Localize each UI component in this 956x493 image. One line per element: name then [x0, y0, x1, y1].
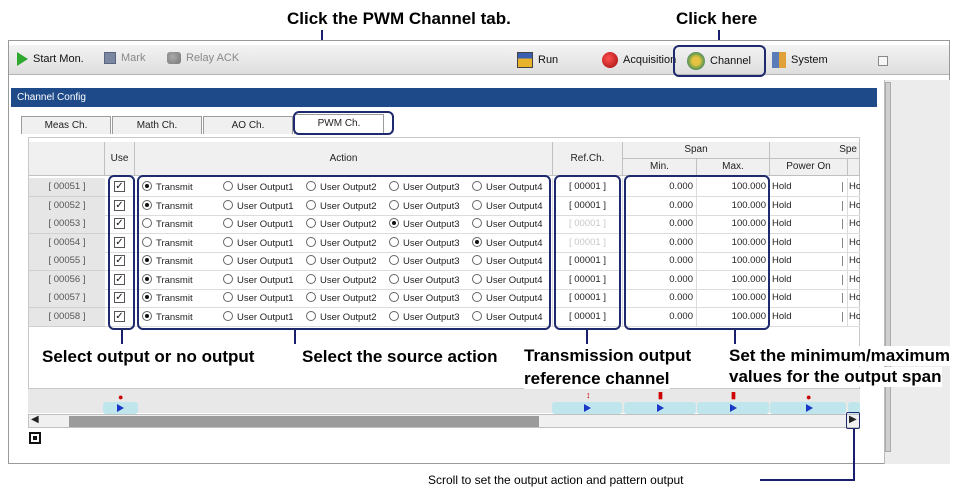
highlight-pwm-tab	[293, 111, 394, 135]
nav-run-label: Run	[538, 54, 559, 66]
callout-line-action	[294, 330, 296, 344]
row-header: [ 00054 ]	[29, 234, 105, 253]
row-header: [ 00056 ]	[29, 271, 105, 290]
row-header: [ 00055 ]	[29, 252, 105, 271]
callout-line-scroll-h	[760, 479, 855, 481]
header-min: Min.	[623, 159, 697, 176]
header-action: Action	[135, 142, 553, 176]
start-mon-button[interactable]: Start Mon.	[17, 52, 84, 66]
nav-acquisition[interactable]: Acquisition	[602, 52, 676, 68]
marker-icon: ●	[118, 392, 124, 402]
relay-ack-label: Relay ACK	[186, 52, 240, 64]
header-spe-sub	[848, 159, 860, 176]
spe-cell[interactable]: Ho	[848, 289, 860, 308]
row-header: [ 00051 ]	[29, 178, 105, 197]
header-power-on: Power On	[770, 159, 848, 176]
highlight-use-column	[108, 175, 135, 330]
scroll-left-icon[interactable]: ◀	[31, 414, 39, 425]
acquisition-icon	[602, 52, 618, 68]
mark-button[interactable]: Mark	[104, 52, 145, 64]
marker-icon: ↕	[586, 390, 591, 400]
spe-cell[interactable]: Ho	[848, 252, 860, 271]
start-mon-label: Start Mon.	[33, 53, 84, 65]
marker-icon: ●	[806, 392, 812, 402]
header-max: Max.	[697, 159, 770, 176]
header-use: Use	[105, 142, 135, 176]
callout-click-here: Click here	[676, 9, 758, 28]
horizontal-scrollbar[interactable]	[28, 414, 860, 428]
play-icon	[17, 52, 28, 66]
callout-line-use	[121, 330, 123, 344]
callout-line-refch	[586, 330, 588, 344]
callout-line-scroll-v	[853, 429, 855, 480]
spe-cell[interactable]: Ho	[848, 271, 860, 290]
run-icon	[517, 52, 533, 68]
panel-title-bar: Channel Config	[11, 88, 877, 107]
highlight-span-column	[624, 175, 770, 330]
flag-icon	[657, 404, 664, 412]
header-ref-ch: Ref.Ch.	[553, 142, 623, 176]
callout-set-span-2: values for the output span	[729, 367, 942, 387]
power-on-cell[interactable]: Hold	[770, 215, 848, 234]
row-header: [ 00052 ]	[29, 197, 105, 216]
spe-cell[interactable]: Ho	[848, 178, 860, 197]
flag-icon	[730, 404, 737, 412]
row-header: [ 00058 ]	[29, 308, 105, 327]
callout-set-span-1: Set the minimum/maximum	[729, 346, 951, 366]
flag-icon	[806, 404, 813, 412]
header-corner	[29, 142, 105, 176]
minimize-icon[interactable]	[878, 56, 888, 66]
row-header: [ 00053 ]	[29, 215, 105, 234]
highlight-channel	[673, 45, 766, 77]
power-on-cell[interactable]: Hold	[770, 197, 848, 216]
flag-icon	[117, 404, 124, 412]
nav-system[interactable]: System	[772, 52, 828, 68]
power-on-cell[interactable]: Hold	[770, 271, 848, 290]
relay-icon	[167, 52, 181, 64]
spe-cell[interactable]: Ho	[848, 215, 860, 234]
power-on-cell[interactable]: Hold	[770, 252, 848, 271]
power-on-cell[interactable]: Hold	[770, 308, 848, 327]
power-on-cell[interactable]: Hold	[770, 234, 848, 253]
toolbar: Start Mon. Mark Relay ACK Run Acquisitio…	[9, 45, 949, 75]
callout-scroll: Scroll to set the output action and patt…	[428, 473, 684, 487]
relay-ack-button[interactable]: Relay ACK	[167, 52, 239, 64]
power-on-cell[interactable]: Hold	[770, 289, 848, 308]
nav-acquisition-label: Acquisition	[623, 54, 677, 66]
flag-icon	[584, 404, 591, 412]
tab-ao-ch[interactable]: AO Ch.	[203, 116, 293, 134]
nav-system-label: System	[791, 54, 828, 66]
callout-transmission-ref-1: Transmission output	[524, 346, 692, 366]
system-icon	[772, 52, 786, 68]
scrollbar-thumb[interactable]	[69, 416, 539, 427]
callout-pwm-tab: Click the PWM Channel tab.	[287, 9, 511, 28]
marker-icon: ▮	[658, 390, 663, 400]
tab-meas-ch[interactable]: Meas Ch.	[21, 116, 111, 134]
highlight-action-column	[137, 175, 551, 330]
callout-select-output: Select output or no output	[42, 347, 257, 367]
callout-transmission-ref-2: reference channel	[524, 369, 670, 389]
tab-math-ch[interactable]: Math Ch.	[112, 116, 202, 134]
row-header: [ 00057 ]	[29, 289, 105, 308]
right-panel	[884, 80, 950, 464]
spe-cell[interactable]: Ho	[848, 308, 860, 327]
header-span: Span	[623, 142, 770, 159]
power-on-cell[interactable]: Hold	[770, 178, 848, 197]
header-spe: Spe	[770, 142, 860, 159]
highlight-scroll-right	[846, 412, 860, 429]
highlight-refch-column	[554, 175, 621, 330]
marker-icon: ▮	[731, 390, 736, 400]
nav-run[interactable]: Run	[517, 52, 558, 68]
callout-select-action: Select the source action	[302, 347, 500, 367]
spe-cell[interactable]: Ho	[848, 197, 860, 216]
callout-line-span	[734, 330, 736, 344]
right-panel-scrollbar[interactable]	[885, 82, 891, 452]
spe-cell[interactable]: Ho	[848, 234, 860, 253]
mark-icon	[104, 52, 116, 64]
mark-label: Mark	[121, 52, 146, 64]
collapse-icon[interactable]	[29, 432, 41, 444]
